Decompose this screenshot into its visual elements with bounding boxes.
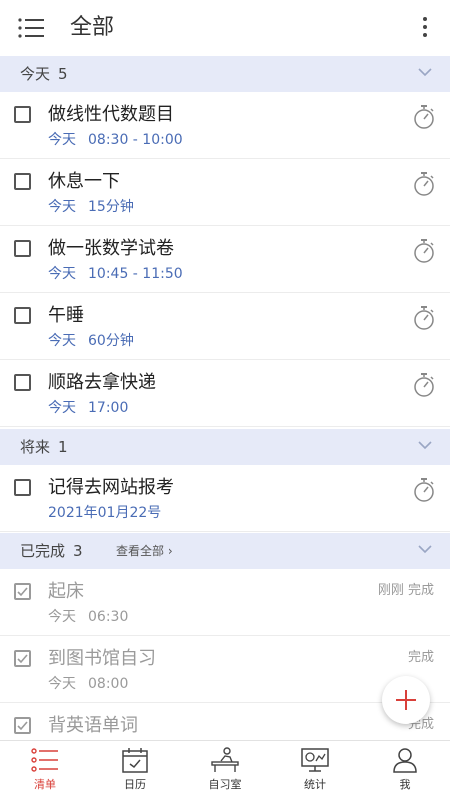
stopwatch-icon[interactable] [412,372,436,398]
nav-label: 清单 [34,778,56,791]
task-date: 今天 [48,400,76,416]
task-date: 今天 [48,266,76,282]
checklist-icon [31,748,58,772]
section-count: 1 [58,438,68,456]
chevron-down-icon[interactable] [418,544,432,554]
task-time: 17:00 [88,400,129,416]
chevron-down-icon[interactable] [418,67,432,77]
section-count: 3 [73,542,83,560]
bottom-navigation: 清单 日历 自习室 统计 我 [0,740,450,801]
app-header: 全部 [0,0,450,56]
page-title: 全部 [70,15,115,40]
task-row[interactable]: 午睡 今天 60分钟 [0,293,450,360]
task-row[interactable]: 顺路去拿快递 今天 17:00 [0,360,450,427]
nav-label: 统计 [304,778,326,791]
task-checkbox[interactable] [14,479,31,496]
stopwatch-icon[interactable] [412,171,436,197]
profile-icon [393,748,417,773]
task-time: 60分钟 [88,333,134,349]
task-title: 做线性代数题目 [48,104,174,125]
task-date: 今天 [48,333,76,349]
task-checkbox-checked[interactable] [14,717,31,734]
study-room-icon [211,747,239,772]
check-icon [17,587,28,597]
add-task-button[interactable] [382,676,430,724]
statistics-icon [301,748,329,772]
chevron-down-icon[interactable] [418,440,432,450]
nav-item-statistics[interactable]: 统计 [270,741,360,801]
task-date: 今天 [48,609,76,625]
nav-item-checklist[interactable]: 清单 [0,741,90,801]
task-title: 休息一下 [48,171,120,192]
task-time: 08:30 - 10:00 [88,132,183,148]
task-title: 背英语单词 [48,715,138,736]
task-time: 08:00 [88,676,129,692]
task-date: 2021年01月22号 [48,505,162,521]
nav-label: 自习室 [208,778,242,791]
task-title: 到图书馆自习 [48,648,156,669]
nav-item-study-room[interactable]: 自习室 [180,741,270,801]
section-header-future[interactable]: 将来 1 [0,429,450,465]
section-count: 5 [58,65,68,83]
stopwatch-icon[interactable] [412,238,436,264]
nav-item-profile[interactable]: 我 [360,741,450,801]
menu-list-icon[interactable] [18,17,44,39]
task-checkbox-checked[interactable] [14,650,31,667]
nav-label: 我 [399,778,411,791]
task-title: 顺路去拿快递 [48,372,156,393]
task-title: 做一张数学试卷 [48,238,174,259]
task-checkbox[interactable] [14,173,31,190]
task-status: 完成 [407,650,434,665]
task-row[interactable]: 起床 今天 06:30 刚刚 完成 [0,569,450,636]
task-row[interactable]: 做一张数学试卷 今天 10:45 - 11:50 [0,226,450,293]
view-all-link[interactable]: 查看全部 › [116,533,173,569]
calendar-icon [122,748,148,773]
stopwatch-icon[interactable] [412,104,436,130]
more-options-icon[interactable] [420,14,430,42]
task-title: 起床 [48,581,84,602]
task-time: 06:30 [88,609,129,625]
task-checkbox[interactable] [14,374,31,391]
task-checkbox-checked[interactable] [14,583,31,600]
nav-label: 日历 [124,778,146,791]
task-title: 记得去网站报考 [48,477,174,498]
task-status: 刚刚 完成 [377,583,434,598]
task-row[interactable]: 做线性代数题目 今天 08:30 - 10:00 [0,92,450,159]
check-icon [17,721,28,731]
section-title: 已完成 [20,542,66,560]
check-icon [17,654,28,664]
section-title: 将来 [20,438,51,456]
task-time: 15分钟 [88,199,134,215]
section-title: 今天 [20,65,51,83]
task-row[interactable]: 记得去网站报考 2021年01月22号 [0,465,450,532]
section-header-completed[interactable]: 已完成 3 查看全部 › [0,533,450,569]
task-title: 午睡 [48,305,84,326]
stopwatch-icon[interactable] [412,477,436,503]
task-time: 10:45 - 11:50 [88,266,183,282]
nav-item-calendar[interactable]: 日历 [90,741,180,801]
task-checkbox[interactable] [14,307,31,324]
section-header-today[interactable]: 今天 5 [0,56,450,92]
task-date: 今天 [48,199,76,215]
task-row[interactable]: 背英语单词 完成 [0,703,450,740]
task-date: 今天 [48,676,76,692]
task-date: 今天 [48,132,76,148]
plus-icon [396,690,416,710]
task-row[interactable]: 休息一下 今天 15分钟 [0,159,450,226]
task-checkbox[interactable] [14,106,31,123]
task-checkbox[interactable] [14,240,31,257]
stopwatch-icon[interactable] [412,305,436,331]
